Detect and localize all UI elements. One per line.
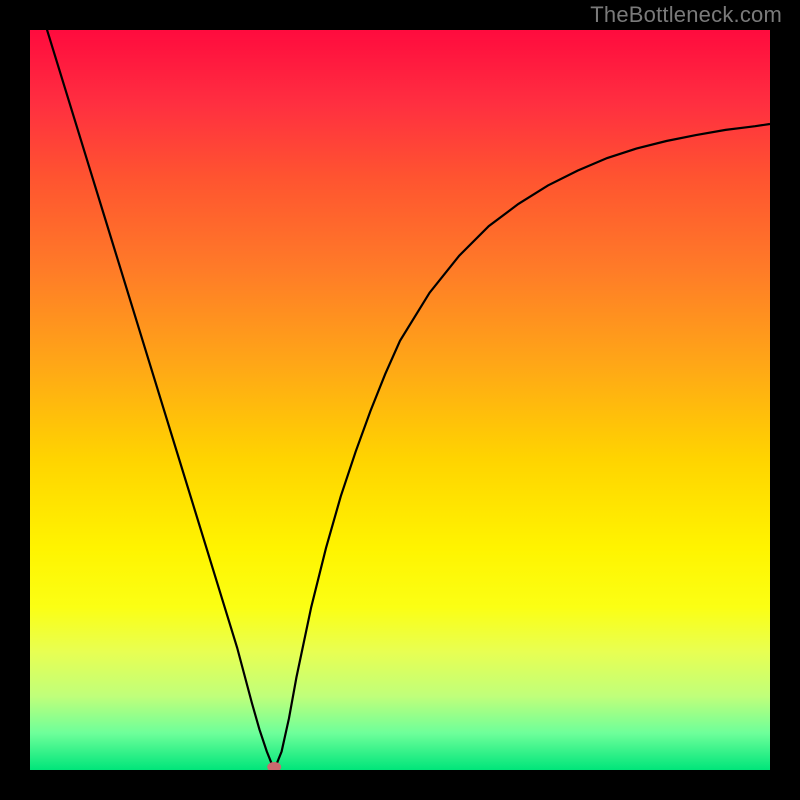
gradient-background: [30, 30, 770, 770]
chart-container: TheBottleneck.com: [0, 0, 800, 800]
plot-area: [30, 30, 770, 770]
attribution-label: TheBottleneck.com: [590, 2, 782, 28]
bottleneck-curve-chart: [30, 30, 770, 770]
